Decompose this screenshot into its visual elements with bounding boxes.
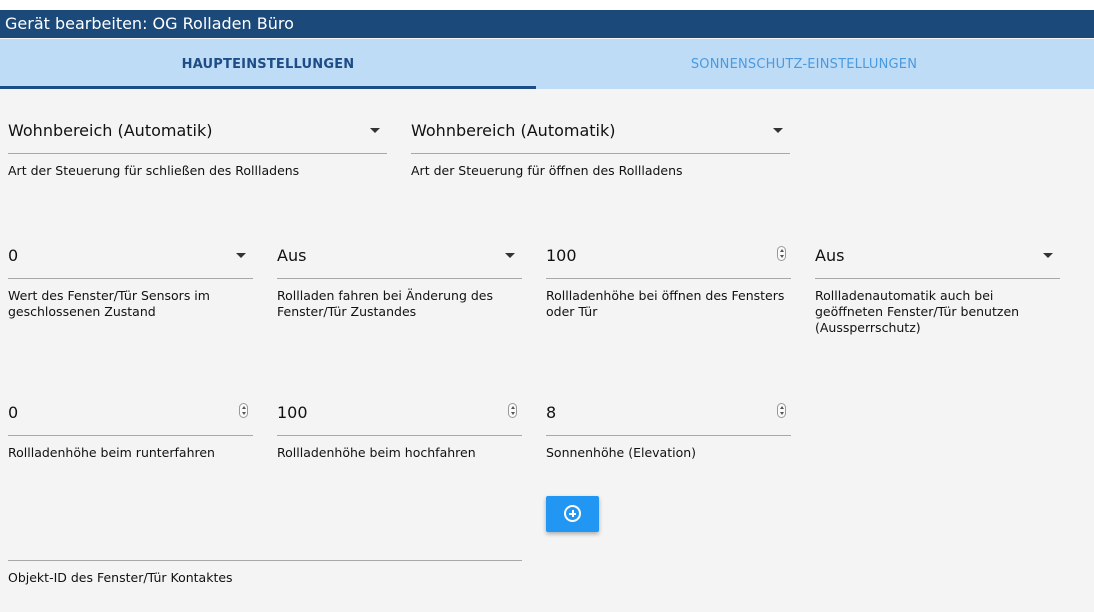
close-control-select[interactable]: Wohnbereich (Automatik) Art der Steuerun… bbox=[8, 118, 387, 182]
move-on-change-select[interactable]: Aus Rollladen fahren bei Änderung des Fe… bbox=[277, 244, 522, 324]
field-underline bbox=[8, 560, 522, 561]
open-control-value: Wohnbereich (Automatik) bbox=[411, 121, 616, 140]
stepper-icon[interactable] bbox=[777, 403, 786, 418]
field-underline bbox=[8, 435, 253, 436]
stepper-icon[interactable] bbox=[508, 403, 517, 418]
field-underline bbox=[277, 278, 522, 279]
contact-object-id-input[interactable]: Objekt-ID des Fenster/Tür Kontaktes bbox=[8, 528, 522, 588]
tab-haupteinstellungen[interactable]: HAUPTEINSTELLUNGEN bbox=[0, 39, 536, 89]
open-control-select[interactable]: Wohnbereich (Automatik) Art der Steuerun… bbox=[411, 118, 790, 182]
add-circle-icon bbox=[564, 505, 581, 522]
height-up-value: 100 bbox=[277, 403, 308, 422]
height-window-open-label: Rollladenhöhe bei öffnen des Fensters od… bbox=[546, 288, 785, 319]
height-window-open-value: 100 bbox=[546, 246, 577, 265]
sensor-closed-value-select[interactable]: 0 Wert des Fenster/Tür Sensors im geschl… bbox=[8, 244, 253, 324]
elevation-value: 8 bbox=[546, 403, 557, 422]
chevron-down-icon[interactable] bbox=[773, 128, 783, 133]
close-control-label: Art der Steuerung für schließen des Roll… bbox=[8, 163, 300, 178]
tab-bar: HAUPTEINSTELLUNGEN SONNENSCHUTZ-EINSTELL… bbox=[0, 39, 1094, 89]
active-tab-indicator bbox=[0, 86, 536, 89]
top-strip bbox=[0, 0, 1094, 10]
height-up-input[interactable]: 100 Rollladenhöhe beim hochfahren bbox=[277, 401, 522, 465]
height-down-value: 0 bbox=[8, 403, 19, 422]
height-down-label: Rollladenhöhe beim runterfahren bbox=[8, 445, 215, 460]
height-window-open-input[interactable]: 100 Rollladenhöhe bei öffnen des Fenster… bbox=[546, 244, 791, 324]
field-underline bbox=[546, 278, 791, 279]
contact-object-id-label: Objekt-ID des Fenster/Tür Kontaktes bbox=[8, 570, 233, 585]
height-up-label: Rollladenhöhe beim hochfahren bbox=[277, 445, 476, 460]
lockout-protection-value: Aus bbox=[815, 246, 845, 265]
move-on-change-label: Rollladen fahren bei Änderung des Fenste… bbox=[277, 288, 494, 319]
chevron-down-icon[interactable] bbox=[1043, 253, 1053, 258]
open-control-label: Art der Steuerung für öffnen des Rolllad… bbox=[411, 163, 683, 178]
dialog-title: Gerät bearbeiten: OG Rolladen Büro bbox=[0, 10, 1094, 38]
sensor-closed-label: Wert des Fenster/Tür Sensors im geschlos… bbox=[8, 288, 210, 319]
chevron-down-icon[interactable] bbox=[505, 253, 515, 258]
height-down-input[interactable]: 0 Rollladenhöhe beim runterfahren bbox=[8, 401, 253, 465]
field-underline bbox=[546, 435, 791, 436]
elevation-label: Sonnenhöhe (Elevation) bbox=[546, 445, 697, 460]
stepper-icon[interactable] bbox=[239, 403, 248, 418]
move-on-change-value: Aus bbox=[277, 246, 307, 265]
field-underline bbox=[277, 435, 522, 436]
field-underline bbox=[815, 278, 1060, 279]
field-underline bbox=[8, 278, 253, 279]
lockout-protection-select[interactable]: Aus Rollladenautomatik auch bei geöffnet… bbox=[815, 244, 1060, 340]
tab-sonnenschutz-einstellungen[interactable]: SONNENSCHUTZ-EINSTELLUNGEN bbox=[536, 39, 1072, 89]
add-button[interactable] bbox=[546, 496, 599, 532]
chevron-down-icon[interactable] bbox=[236, 253, 246, 258]
lockout-protection-label: Rollladenautomatik auch bei geöffneten F… bbox=[815, 288, 1020, 335]
stepper-icon[interactable] bbox=[777, 246, 786, 261]
chevron-down-icon[interactable] bbox=[370, 128, 380, 133]
field-underline bbox=[8, 153, 387, 154]
elevation-input[interactable]: 8 Sonnenhöhe (Elevation) bbox=[546, 401, 791, 465]
field-underline bbox=[411, 153, 790, 154]
close-control-value: Wohnbereich (Automatik) bbox=[8, 121, 213, 140]
sensor-closed-value: 0 bbox=[8, 246, 19, 265]
